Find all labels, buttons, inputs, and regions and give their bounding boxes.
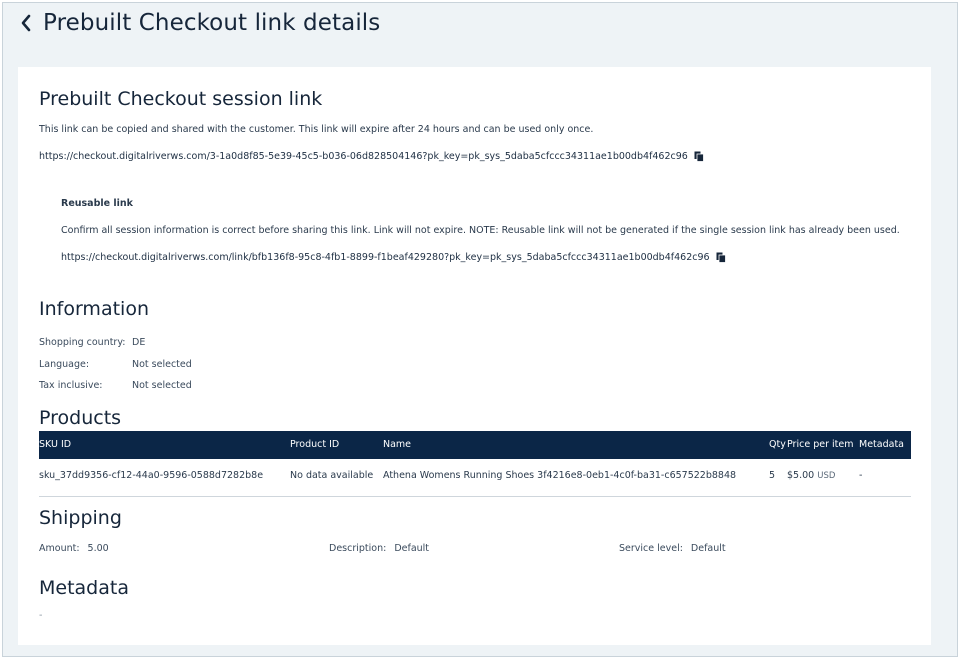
reusable-link-row: https://checkout.digitalriverws.com/link… xyxy=(61,252,726,263)
session-link-description: This link can be copied and shared with … xyxy=(39,124,594,135)
shipping-service-level-value: Default xyxy=(690,543,726,554)
shipping-amount-value: 5.00 xyxy=(87,543,109,554)
column-header-price-per-item: Price per item xyxy=(787,439,854,450)
price-value: $5.00 xyxy=(787,470,815,481)
sku-id-cell: sku_37dd9356-cf12-44a0-9596-0588d7282b8e xyxy=(39,470,264,481)
session-link-url[interactable]: https://checkout.digitalriverws.com/3-1a… xyxy=(39,151,688,162)
shipping-amount-label: Amount: xyxy=(39,543,80,554)
copy-icon[interactable] xyxy=(694,151,704,162)
info-value: Not selected xyxy=(132,359,192,370)
shipping-title: Shipping xyxy=(39,507,122,529)
shipping-service-level: Service level: Default xyxy=(619,543,726,554)
metadata-value: - xyxy=(39,610,43,621)
table-row: sku_37dd9356-cf12-44a0-9596-0588d7282b8e… xyxy=(39,462,911,490)
page-frame: Prebuilt Checkout link details Prebuilt … xyxy=(2,2,958,657)
copy-icon[interactable] xyxy=(716,252,726,263)
product-id-cell: No data available xyxy=(290,470,374,481)
column-header-name: Name xyxy=(383,439,412,450)
info-label: Language: xyxy=(39,359,90,370)
shipping-service-level-label: Service level: xyxy=(619,543,683,554)
qty-cell: 5 xyxy=(769,470,776,481)
session-link-row: https://checkout.digitalriverws.com/3-1a… xyxy=(39,151,704,162)
shipping-description: Description: Default xyxy=(329,543,429,554)
metadata-title: Metadata xyxy=(39,577,129,599)
info-value: Not selected xyxy=(132,380,192,391)
products-table-header: SKU ID Product ID Name Qty Price per ite… xyxy=(39,431,911,459)
reusable-link-url[interactable]: https://checkout.digitalriverws.com/link… xyxy=(61,252,710,263)
column-header-metadata: Metadata xyxy=(859,439,904,450)
info-row-tax-inclusive: Tax inclusive: Not selected xyxy=(39,380,192,391)
chevron-left-icon xyxy=(21,14,31,32)
reusable-link-description: Confirm all session information is corre… xyxy=(61,225,900,236)
session-link-title: Prebuilt Checkout session link xyxy=(39,88,323,110)
metadata-cell: - xyxy=(859,470,863,481)
info-value: DE xyxy=(132,337,146,348)
page-title: Prebuilt Checkout link details xyxy=(43,10,381,36)
currency-code: USD xyxy=(817,471,836,481)
info-label: Shopping country: xyxy=(39,337,126,348)
info-row-shopping-country: Shopping country: DE xyxy=(39,337,145,348)
name-cell: Athena Womens Running Shoes 3f4216e8-0eb… xyxy=(383,470,737,481)
shipping-description-value: Default xyxy=(394,543,430,554)
page-header: Prebuilt Checkout link details xyxy=(17,7,380,39)
back-button[interactable] xyxy=(17,11,35,35)
reusable-link-title: Reusable link xyxy=(61,198,133,209)
column-header-sku-id: SKU ID xyxy=(39,439,72,450)
column-header-qty: Qty xyxy=(769,439,786,450)
price-cell: $5.00 USD xyxy=(787,462,835,490)
divider xyxy=(39,496,911,497)
column-header-product-id: Product ID xyxy=(290,439,340,450)
shipping-description-label: Description: xyxy=(329,543,387,554)
products-title: Products xyxy=(39,407,122,429)
info-row-language: Language: Not selected xyxy=(39,359,192,370)
details-card: Prebuilt Checkout session link This link… xyxy=(18,67,931,645)
information-title: Information xyxy=(39,298,149,320)
info-label: Tax inclusive: xyxy=(39,380,103,391)
shipping-amount: Amount: 5.00 xyxy=(39,543,109,554)
